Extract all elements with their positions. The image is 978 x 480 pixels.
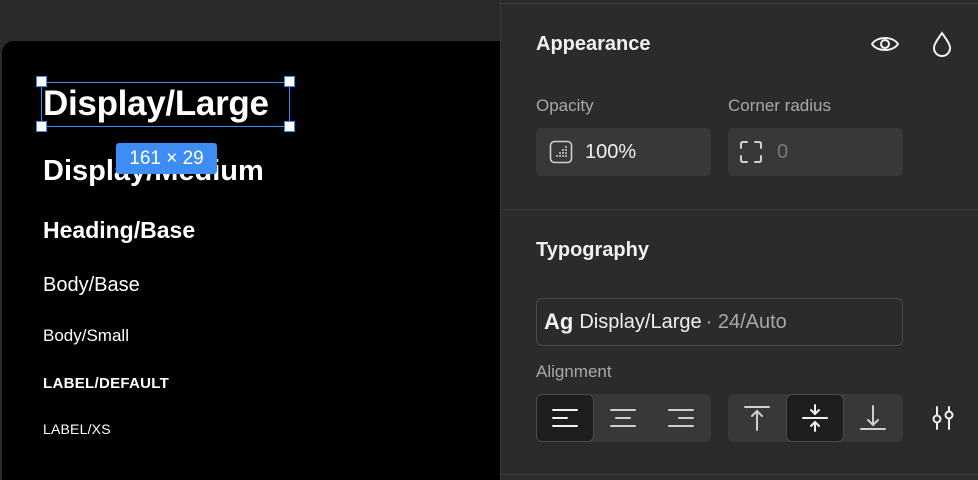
text-label-default[interactable]: LABEL/DEFAULT bbox=[43, 375, 169, 392]
section-divider-bottom bbox=[501, 474, 978, 475]
text-style-preview: Ag bbox=[544, 309, 574, 334]
opacity-label: Opacity bbox=[536, 96, 594, 115]
opacity-field[interactable]: 100% bbox=[536, 128, 711, 176]
corner-radius-icon bbox=[739, 140, 763, 164]
align-top-button[interactable] bbox=[728, 394, 786, 442]
align-right-button[interactable] bbox=[652, 394, 710, 442]
corner-radius-label: Corner radius bbox=[728, 96, 831, 115]
appearance-title: Appearance bbox=[536, 33, 651, 55]
resize-handle-top-right[interactable] bbox=[284, 76, 295, 87]
canvas-area[interactable]: Display/Large Display/Medium Heading/Bas… bbox=[0, 0, 522, 480]
vertical-alignment-group bbox=[728, 394, 903, 442]
text-style-meta: · 24/Auto bbox=[705, 310, 787, 333]
opacity-value: 100% bbox=[585, 140, 637, 163]
horizontal-alignment-group bbox=[536, 394, 711, 442]
inspector-panel: Appearance Opacity Corner radius 100% 0 … bbox=[500, 0, 978, 480]
selection-box bbox=[41, 82, 290, 127]
text-label-xs[interactable]: LABEL/XS bbox=[43, 421, 111, 437]
text-body-base[interactable]: Body/Base bbox=[43, 274, 140, 297]
alignment-label: Alignment bbox=[536, 362, 612, 381]
resize-handle-top-left[interactable] bbox=[36, 76, 47, 87]
align-center-button[interactable] bbox=[594, 394, 652, 442]
resize-handle-bottom-left[interactable] bbox=[36, 121, 47, 132]
align-left-button[interactable] bbox=[536, 394, 594, 442]
corner-radius-value: 0 bbox=[777, 140, 789, 163]
align-bottom-button[interactable] bbox=[844, 394, 902, 442]
text-heading-base[interactable]: Heading/Base bbox=[43, 217, 195, 244]
align-middle-button[interactable] bbox=[786, 394, 844, 442]
align-right-icon bbox=[668, 409, 694, 427]
droplet-icon[interactable] bbox=[927, 28, 957, 60]
opacity-icon bbox=[549, 140, 573, 164]
align-bottom-icon bbox=[860, 405, 886, 430]
align-middle-icon bbox=[802, 404, 828, 432]
selection-size-badge: 161 × 29 bbox=[116, 143, 217, 174]
corner-radius-field[interactable]: 0 bbox=[728, 128, 903, 176]
typography-settings-icon[interactable] bbox=[925, 402, 961, 434]
align-top-icon bbox=[744, 406, 770, 431]
typography-title: Typography bbox=[536, 239, 649, 261]
panel-top-divider bbox=[501, 3, 978, 4]
text-style-name: Display/Large bbox=[579, 310, 702, 333]
resize-handle-bottom-right[interactable] bbox=[284, 121, 295, 132]
section-divider bbox=[501, 209, 978, 210]
text-style-field[interactable]: Ag Display/Large · 24/Auto bbox=[536, 298, 903, 346]
align-left-icon bbox=[552, 409, 578, 427]
align-center-icon bbox=[610, 409, 636, 427]
text-body-small[interactable]: Body/Small bbox=[43, 326, 129, 346]
eye-icon[interactable] bbox=[867, 28, 903, 60]
